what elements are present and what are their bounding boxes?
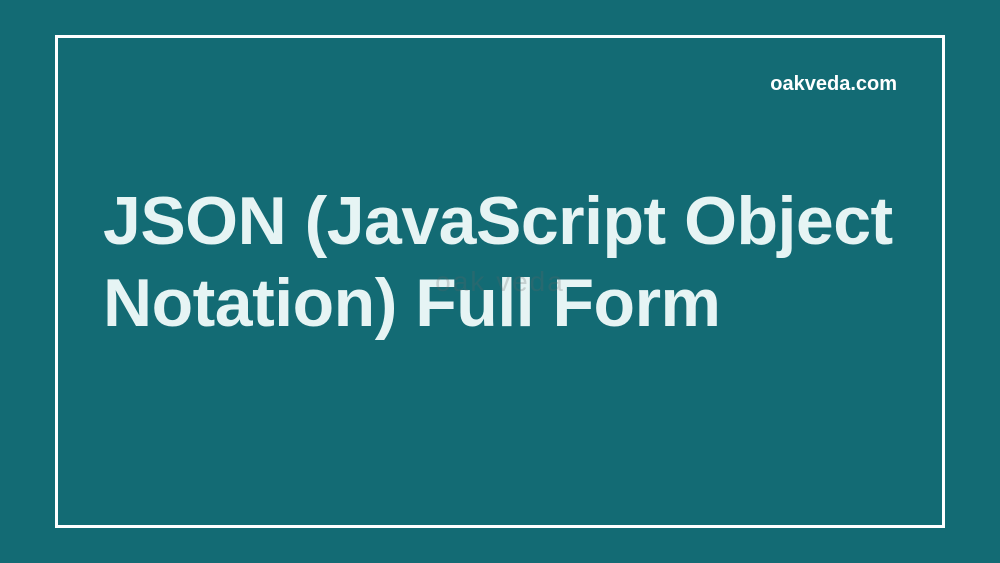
page-title: JSON (JavaScript Object Notation) Full F… xyxy=(103,181,897,344)
website-url: oakveda.com xyxy=(103,73,897,96)
content-frame: oakveda.com JSON (JavaScript Object Nota… xyxy=(55,35,945,528)
